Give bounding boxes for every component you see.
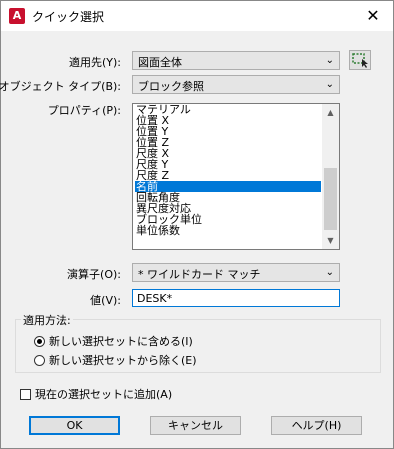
include-label: 新しい選択セットに含める(I) [49, 335, 193, 348]
append-label: 現在の選択セットに追加(A) [35, 388, 173, 401]
append-checkbox[interactable] [20, 389, 31, 400]
include-radio[interactable] [34, 336, 45, 347]
object-type-value: ブロック参照 [138, 80, 204, 93]
apply-to-label: 適用先(Y): [68, 56, 121, 69]
quick-select-dialog: A クイック選択 ✕ 適用先(Y): 図面全体 ⌄ オブジェクト タイプ(B):… [0, 0, 394, 449]
chevron-down-icon: ⌄ [325, 267, 334, 278]
scroll-up-icon[interactable]: ▲ [322, 104, 339, 121]
object-type-label: オブジェクト タイプ(B): [0, 80, 121, 93]
properties-scrollbar[interactable]: ▲ ▼ [322, 104, 339, 249]
close-icon[interactable]: ✕ [353, 1, 393, 31]
scroll-down-icon[interactable]: ▼ [322, 232, 339, 249]
list-item[interactable]: 単位係数 [135, 225, 321, 236]
ok-button[interactable]: OK [29, 416, 120, 435]
help-button[interactable]: ヘルプ(H) [271, 416, 362, 435]
exclude-radio[interactable] [34, 355, 45, 366]
autocad-app-icon: A [9, 8, 25, 24]
chevron-down-icon: ⌄ [325, 55, 334, 66]
operator-dropdown[interactable]: * ワイルドカード マッチ ⌄ [132, 263, 340, 282]
window-title: クイック選択 [32, 10, 105, 24]
exclude-label: 新しい選択セットから除く(E) [49, 354, 197, 367]
append-option[interactable]: 現在の選択セットに追加(A) [20, 386, 172, 402]
include-radio-option[interactable]: 新しい選択セットに含める(I) [34, 333, 193, 349]
value-input[interactable] [133, 291, 327, 305]
exclude-radio-option[interactable]: 新しい選択セットから除く(E) [34, 352, 197, 368]
select-objects-icon [352, 53, 368, 68]
properties-label: プロパティ(P): [47, 104, 121, 117]
operator-value: * ワイルドカード マッチ [138, 268, 261, 281]
apply-to-value: 図面全体 [138, 56, 182, 69]
operator-label: 演算子(O): [67, 268, 121, 281]
object-type-dropdown[interactable]: ブロック参照 ⌄ [132, 75, 340, 94]
cancel-button[interactable]: キャンセル [150, 416, 241, 435]
value-label: 値(V): [90, 294, 121, 307]
chevron-down-icon: ⌄ [325, 79, 334, 90]
list-item[interactable]: 尺度 Z [135, 170, 321, 181]
properties-listbox[interactable]: マテリアル 位置 X 位置 Y 位置 Z 尺度 X 尺度 Y 尺度 Z 名前 回… [132, 103, 340, 250]
select-objects-button[interactable] [349, 50, 371, 70]
value-field-box[interactable] [132, 289, 340, 307]
title-bar: A クイック選択 ✕ [1, 1, 393, 31]
scroll-thumb[interactable] [324, 168, 337, 230]
apply-to-dropdown[interactable]: 図面全体 ⌄ [132, 51, 340, 70]
apply-method-legend: 適用方法: [21, 312, 73, 328]
